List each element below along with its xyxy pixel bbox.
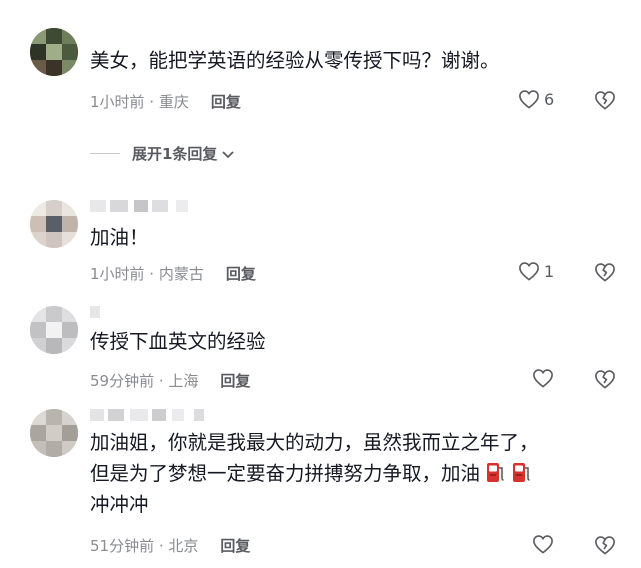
comment-text: 美女，能把学英语的经验从零传授下吗？谢谢。: [90, 49, 500, 72]
comment-text-segment: 但是为了梦想一定要奋力拼搏努力争取，加油: [90, 462, 481, 485]
avatar[interactable]: [30, 200, 78, 248]
heart-outline-icon: [533, 369, 553, 388]
comment-time: 1小时前 · 内蒙古: [90, 265, 204, 283]
comment-text: 传授下血英文的经验: [90, 330, 266, 353]
dislike-button[interactable]: [594, 369, 616, 393]
like-button[interactable]: 1: [518, 261, 554, 281]
avatar[interactable]: [30, 409, 78, 457]
heart-outline-icon: [519, 90, 539, 109]
comment-meta: 59分钟前 · 上海 回复: [90, 370, 250, 391]
like-button[interactable]: 6: [518, 89, 554, 109]
broken-heart-icon: [595, 263, 615, 282]
gas-pump-emoji: [513, 463, 530, 482]
dislike-button[interactable]: [594, 262, 616, 286]
reply-button[interactable]: 回复: [226, 265, 256, 283]
comment-text-line: 加油姐，你就是我最大的动力，虽然我而立之年了，: [90, 431, 539, 454]
username-blurred[interactable]: [90, 200, 190, 212]
dislike-button[interactable]: [594, 90, 616, 114]
broken-heart-icon: [595, 536, 615, 555]
expand-replies-button[interactable]: 展开1条回复: [90, 143, 236, 164]
comment-text-line: 冲冲冲: [90, 493, 149, 516]
like-button[interactable]: [532, 534, 554, 554]
username-blurred[interactable]: [90, 409, 210, 421]
broken-heart-icon: [595, 370, 615, 389]
like-count: 6: [544, 89, 555, 109]
like-button[interactable]: [532, 368, 554, 388]
avatar[interactable]: [30, 28, 78, 76]
heart-outline-icon: [533, 535, 553, 554]
username-blurred[interactable]: [90, 306, 110, 318]
gas-pump-emoji: [487, 463, 504, 482]
heart-outline-icon: [519, 262, 539, 281]
expand-label: 展开1条回复: [132, 145, 218, 163]
comment-meta: 1小时前 · 重庆 回复: [90, 91, 241, 112]
dislike-button[interactable]: [594, 535, 616, 559]
divider: [90, 153, 120, 154]
broken-heart-icon: [595, 91, 615, 110]
reply-button[interactable]: 回复: [220, 537, 250, 555]
comment-text-line: 但是为了梦想一定要奋力拼搏努力争取，加油: [90, 459, 532, 489]
like-count: 1: [544, 261, 555, 281]
chevron-down-icon: [222, 150, 235, 158]
reply-button[interactable]: 回复: [211, 93, 241, 111]
reply-button[interactable]: 回复: [220, 372, 250, 390]
comment-text: 加油！: [90, 226, 149, 249]
comment-meta: 1小时前 · 内蒙古 回复: [90, 263, 256, 284]
comment-time: 1小时前 · 重庆: [90, 93, 189, 111]
comment-meta: 51分钟前 · 北京 回复: [90, 535, 250, 556]
comment-time: 59分钟前 · 上海: [90, 372, 199, 390]
comment-time: 51分钟前 · 北京: [90, 537, 199, 555]
avatar[interactable]: [30, 306, 78, 354]
